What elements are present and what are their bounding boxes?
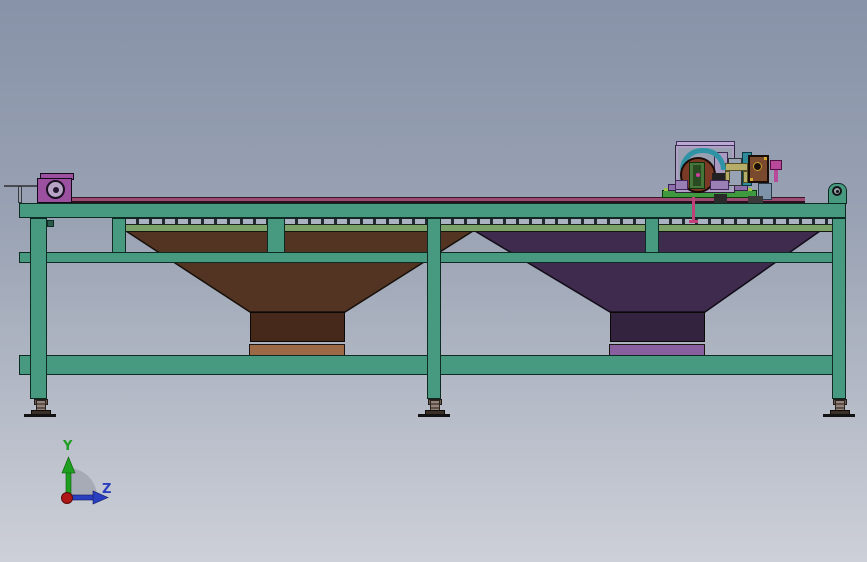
wheel-shaft bbox=[712, 173, 725, 180]
hopper-right-chute[interactable] bbox=[610, 312, 705, 342]
bearing-center bbox=[836, 190, 839, 193]
fill-tube-tip bbox=[689, 220, 698, 223]
gearbox-bore bbox=[753, 162, 762, 171]
deck-strip bbox=[285, 224, 427, 232]
gearbox-screw bbox=[750, 178, 753, 181]
head-top-bar bbox=[676, 141, 735, 146]
leveling-foot[interactable] bbox=[23, 399, 57, 418]
bracket-foot bbox=[710, 180, 729, 190]
frame-leg-center[interactable] bbox=[427, 218, 441, 399]
leg-bracket bbox=[47, 220, 54, 227]
head-base-block bbox=[714, 194, 727, 203]
foot-base bbox=[24, 414, 56, 417]
gearbox-screw bbox=[764, 157, 767, 160]
deck-strip bbox=[126, 224, 267, 232]
hopper-left-chute[interactable] bbox=[250, 312, 345, 342]
z-axis-label: Z bbox=[102, 482, 111, 497]
frame-leg-right[interactable] bbox=[832, 218, 846, 399]
head-clamp-rod bbox=[774, 170, 778, 182]
head-clamp bbox=[770, 160, 782, 170]
frame-post[interactable] bbox=[112, 218, 126, 253]
origin-ball bbox=[61, 492, 73, 504]
y-axis-label: Y bbox=[62, 439, 73, 454]
leveling-foot[interactable] bbox=[417, 399, 451, 418]
deck-strip bbox=[659, 224, 832, 232]
hopper-left-funnel[interactable] bbox=[123, 230, 476, 313]
foot-base bbox=[823, 414, 855, 417]
motor-guard-post bbox=[18, 186, 22, 203]
fill-tube bbox=[692, 197, 695, 220]
coordinate-triad: Y Z bbox=[61, 439, 111, 505]
frame-post[interactable] bbox=[267, 218, 285, 253]
cad-viewport[interactable]: Y Z bbox=[0, 0, 867, 562]
bracket-foot bbox=[675, 180, 688, 190]
head-support-bracket bbox=[725, 163, 748, 171]
wheel-center bbox=[696, 173, 700, 177]
frame-leg-left[interactable] bbox=[30, 218, 47, 399]
deck-strip bbox=[441, 224, 645, 232]
leveling-foot[interactable] bbox=[822, 399, 856, 418]
motor-shaft-center bbox=[53, 187, 59, 193]
filling-head-assembly[interactable] bbox=[655, 138, 800, 225]
foot-base bbox=[418, 414, 450, 417]
head-base-block bbox=[748, 196, 763, 203]
y-axis-arrowhead bbox=[61, 456, 76, 474]
